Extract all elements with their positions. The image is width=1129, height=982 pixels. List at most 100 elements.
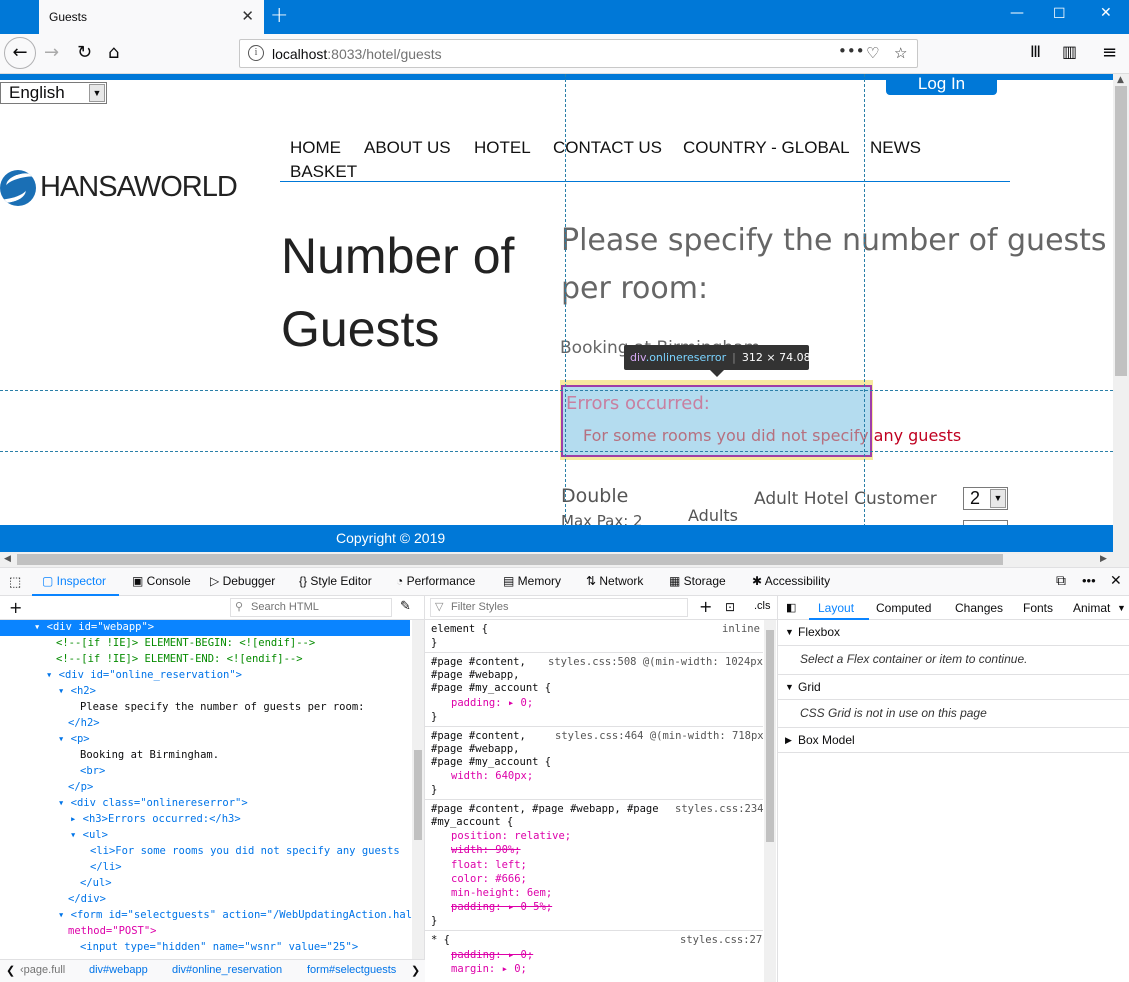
css-declaration[interactable]: min-height: 6em;	[451, 887, 552, 899]
pseudo-class-icon[interactable]: ⊡	[725, 600, 735, 614]
bookmark-star-icon[interactable]: ☆	[894, 44, 907, 62]
language-select[interactable]: English ▼	[0, 82, 107, 104]
css-source[interactable]: styles.css:27	[680, 934, 762, 946]
tab-console[interactable]: ▣ Console	[132, 574, 191, 588]
tab-inspector[interactable]: ▢ Inspector	[42, 574, 106, 588]
css-selector[interactable]: #page #webapp,	[431, 743, 520, 755]
sidebar-icon[interactable]: ▥	[1062, 42, 1077, 61]
minimize-icon[interactable]: —	[1010, 5, 1024, 21]
site-info-icon[interactable]: i	[248, 45, 264, 61]
close-tab-icon[interactable]: ✕	[241, 7, 254, 25]
tab-debugger[interactable]: ▷ Debugger	[210, 574, 275, 588]
nav-country-global[interactable]: COUNTRY - GLOBAL	[683, 138, 850, 158]
menu-icon[interactable]: ≡	[1102, 42, 1117, 63]
maximize-icon[interactable]: ☐	[1053, 6, 1066, 22]
css-source[interactable]: inline	[722, 623, 760, 635]
more-options-icon[interactable]: •••	[1082, 573, 1096, 588]
html-node[interactable]: ▾ <h2>	[58, 685, 96, 697]
html-node[interactable]: ▾ <p>	[58, 733, 90, 745]
grid-section[interactable]: ▼ Grid	[778, 674, 1129, 700]
css-declaration[interactable]: margin: ▸ 0;	[451, 963, 527, 975]
tab-fonts[interactable]: Fonts	[1023, 601, 1053, 615]
css-declaration[interactable]: padding: ▸ 0 5%;	[451, 901, 552, 913]
nav-basket[interactable]: BASKET	[290, 162, 357, 182]
html-node[interactable]: ▾ <div class="onlinereserror">	[58, 797, 248, 809]
html-comment[interactable]: <!--[if !IE]> ELEMENT-BEGIN: <![endif]--…	[56, 637, 315, 649]
markup-scrollbar[interactable]	[412, 620, 424, 959]
html-node[interactable]: ▾ <form id="selectguests" action="/WebUp…	[58, 909, 418, 921]
eyedropper-icon[interactable]: ✎	[400, 599, 411, 614]
close-window-icon[interactable]: ✕	[1100, 5, 1112, 21]
element-picker-icon[interactable]: ⬚	[9, 574, 21, 590]
nav-contact-us[interactable]: CONTACT US	[553, 138, 662, 158]
tab-animations[interactable]: Animat	[1073, 601, 1110, 615]
css-selector[interactable]: #page #content,	[431, 730, 526, 742]
nav-hotel[interactable]: HOTEL	[474, 138, 531, 158]
css-declaration[interactable]: position: relative;	[451, 830, 571, 842]
css-selector[interactable]: #page #my_account {	[431, 682, 551, 694]
breadcrumb-item[interactable]: ‹page.full	[20, 964, 65, 976]
home-icon[interactable]: ⌂	[108, 42, 119, 63]
box-model-section[interactable]: ▶ Box Model	[778, 727, 1129, 753]
tab-changes[interactable]: Changes	[955, 601, 1003, 615]
close-devtools-icon[interactable]: ✕	[1110, 572, 1122, 589]
css-source[interactable]: styles.css:508 @(min-width: 1024px)	[548, 656, 769, 668]
html-node[interactable]: </ul>	[80, 877, 112, 889]
html-search-input[interactable]: ⚲ Search HTML	[230, 598, 392, 617]
add-node-icon[interactable]: +	[9, 598, 22, 617]
css-source[interactable]: styles.css:464 @(min-width: 718px)	[555, 730, 770, 742]
css-declaration[interactable]: color: #666;	[451, 873, 527, 885]
pocket-icon[interactable]: ♡	[866, 44, 879, 62]
breadcrumb-prev-icon[interactable]: ❮	[6, 964, 15, 977]
html-node[interactable]: <br>	[80, 765, 105, 777]
forward-icon[interactable]: →	[44, 42, 59, 63]
html-node[interactable]: ▾ <div id="online_reservation">	[46, 669, 242, 681]
rules-scrollbar[interactable]	[764, 620, 776, 982]
new-tab-icon[interactable]: +	[270, 3, 288, 28]
breadcrumb-next-icon[interactable]: ❯	[411, 964, 420, 977]
css-source[interactable]: styles.css:234	[675, 803, 764, 815]
html-node[interactable]: </li>	[90, 861, 122, 873]
css-selector[interactable]: #my_account {	[431, 816, 513, 828]
html-node[interactable]: ▾ <div id="webapp">	[34, 621, 154, 633]
css-selector[interactable]: #page #content,	[431, 656, 526, 668]
html-node[interactable]: </p>	[68, 781, 93, 793]
tab-accessibility[interactable]: ✱ Accessibility	[752, 574, 830, 588]
page-actions-icon[interactable]: •••	[838, 42, 865, 60]
browser-tab[interactable]: Guests ✕	[39, 0, 264, 34]
tab-memory[interactable]: ▤ Memory	[503, 574, 561, 588]
css-selector[interactable]: element {	[431, 623, 488, 635]
nav-home[interactable]: HOME	[290, 138, 341, 158]
chevron-down-icon[interactable]: ▼	[89, 84, 105, 102]
tab-computed[interactable]: Computed	[876, 601, 931, 615]
chevron-down-icon[interactable]: ▼	[1117, 603, 1126, 613]
css-declaration[interactable]: float: left;	[451, 859, 527, 871]
reload-icon[interactable]: ↻	[77, 42, 92, 63]
tab-network[interactable]: ⇅ Network	[586, 574, 643, 588]
html-text-node[interactable]: Booking at Birmingham.	[80, 749, 219, 761]
html-node[interactable]: <li>For some rooms you did not specify a…	[90, 845, 400, 857]
breadcrumb-item[interactable]: form#selectguests	[307, 964, 396, 976]
cls-toggle[interactable]: .cls	[754, 600, 771, 612]
scroll-thumb[interactable]	[17, 554, 1003, 565]
html-node[interactable]: </h2>	[68, 717, 100, 729]
toggle-sidebar-icon[interactable]: ◧	[786, 601, 796, 614]
css-selector[interactable]: * {	[431, 934, 450, 946]
html-node[interactable]: ▸ <h3>Errors occurred:</h3>	[70, 813, 241, 825]
html-node[interactable]: ▾ <ul>	[70, 829, 108, 841]
html-node[interactable]: </div>	[68, 893, 106, 905]
html-comment[interactable]: <!--[if !IE]> ELEMENT-END: <![endif]-->	[56, 653, 303, 665]
page-horizontal-scrollbar[interactable]: ◀ ▶	[0, 552, 1129, 567]
chevron-down-icon[interactable]: ▼	[990, 489, 1006, 508]
back-icon[interactable]: ←	[4, 37, 36, 69]
css-selector[interactable]: #page #content, #page #webapp, #page	[431, 803, 659, 815]
scroll-thumb[interactable]	[1115, 86, 1127, 376]
tab-layout[interactable]: Layout	[818, 601, 854, 615]
library-icon[interactable]: Ⅲ	[1030, 42, 1041, 61]
breadcrumb-item[interactable]: div#online_reservation	[172, 964, 282, 976]
add-rule-icon[interactable]: +	[699, 597, 712, 616]
css-selector[interactable]: #page #my_account {	[431, 756, 551, 768]
html-text-node[interactable]: Please specify the number of guests per …	[80, 701, 364, 713]
dock-icon[interactable]: ⧉	[1056, 572, 1066, 589]
tab-performance[interactable]: ◔ Performance	[396, 574, 475, 588]
